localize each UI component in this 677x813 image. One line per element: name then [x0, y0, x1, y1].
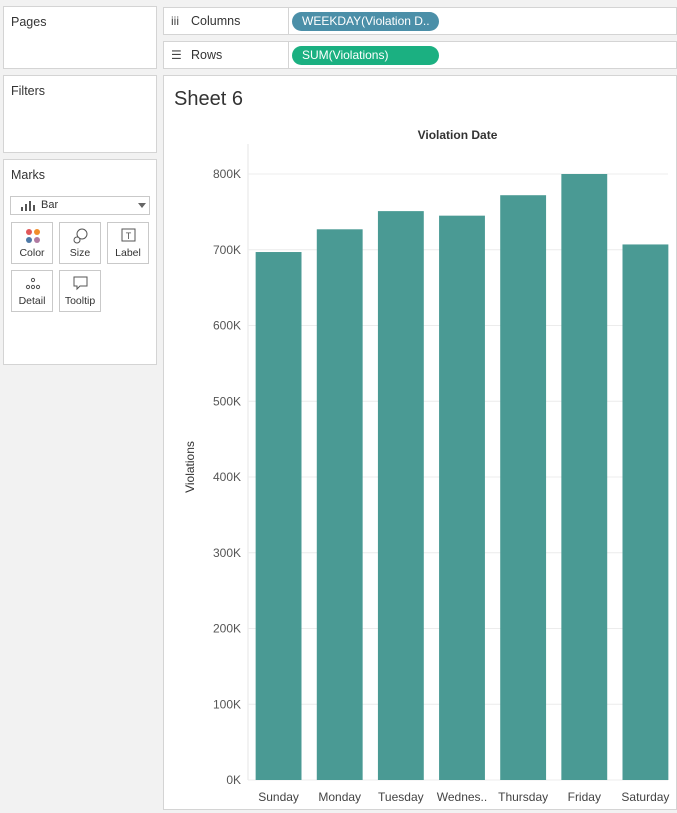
x-tick-label: Monday [318, 790, 361, 804]
pages-title: Pages [11, 15, 47, 29]
x-tick-label: Saturday [621, 790, 669, 804]
bar-chart: 0K 100K 200K 300K 400K 500K 600K 700K 800K Violat… [183, 144, 669, 804]
left-pane-empty [0, 370, 161, 813]
mark-type-dropdown[interactable]: Bar [10, 196, 150, 215]
bar [377, 211, 424, 780]
marks-title: Marks [11, 168, 46, 182]
worksheet: Sheet 6 Violation Date 0K 100K 200K 300K 400… [163, 75, 677, 810]
detail-dots-icon [25, 277, 41, 290]
bar [561, 174, 608, 780]
svg-text:T: T [126, 231, 132, 241]
y-tick-label: 500K [213, 394, 241, 408]
x-tick-label: Sunday [258, 790, 299, 804]
x-tick-label: Tuesday [378, 790, 424, 804]
filters-card: Filters [3, 75, 157, 153]
columns-shelf-label: iii Columns [164, 8, 289, 34]
color-card[interactable]: Color [11, 222, 53, 264]
rows-pill[interactable]: SUM(Violations) [292, 46, 439, 65]
columns-shelf[interactable]: iii Columns WEEKDAY(Violation D.. [163, 7, 677, 35]
rows-icon: ☰ [171, 48, 182, 62]
y-tick-label: 100K [213, 697, 241, 711]
y-tick-label: 700K [213, 243, 241, 257]
bar [316, 229, 363, 781]
color-dots-icon [26, 229, 40, 243]
pages-card: Pages [3, 6, 157, 69]
columns-label: Columns [191, 14, 241, 28]
y-tick-label: 200K [213, 622, 241, 636]
y-tick-label: 600K [213, 319, 241, 333]
rows-shelf-label: ☰ Rows [164, 42, 289, 68]
detail-card[interactable]: Detail [11, 270, 53, 312]
size-card-label: Size [69, 247, 91, 259]
y-tick-label: 800K [213, 167, 241, 181]
x-tick-label: Friday [568, 790, 601, 804]
detail-card-label: Detail [18, 295, 46, 307]
marks-card: Marks Bar Color Size T Label Detail Tool… [3, 159, 157, 365]
mark-type-label: Bar [41, 199, 59, 211]
y-axis-label: Violations [183, 441, 197, 493]
tooltip-bubble-icon [73, 276, 88, 291]
rows-shelf[interactable]: ☰ Rows SUM(Violations) [163, 41, 677, 69]
tooltip-card-label: Tooltip [64, 295, 96, 307]
rows-label: Rows [191, 48, 223, 62]
x-tick-label: Thursday [498, 790, 548, 804]
x-tick-label: Wednes.. [437, 790, 487, 804]
tooltip-card[interactable]: Tooltip [59, 270, 101, 312]
columns-icon: iii [171, 14, 179, 28]
label-card-label: Label [115, 247, 141, 259]
bar [622, 244, 669, 780]
y-tick-label: 0K [226, 773, 241, 787]
bar [255, 252, 302, 780]
label-text-icon: T [121, 228, 136, 242]
y-tick-label: 300K [213, 546, 241, 560]
color-card-label: Color [19, 247, 45, 259]
columns-pill[interactable]: WEEKDAY(Violation D.. [292, 12, 439, 31]
chevron-down-icon [138, 203, 146, 208]
size-card[interactable]: Size [59, 222, 101, 264]
bar-chart-icon [21, 201, 35, 211]
y-tick-label: 400K [213, 470, 241, 484]
filters-title: Filters [11, 84, 46, 98]
size-icon [73, 228, 88, 244]
bar [439, 215, 485, 781]
bar [500, 195, 547, 781]
label-card[interactable]: T Label [107, 222, 149, 264]
